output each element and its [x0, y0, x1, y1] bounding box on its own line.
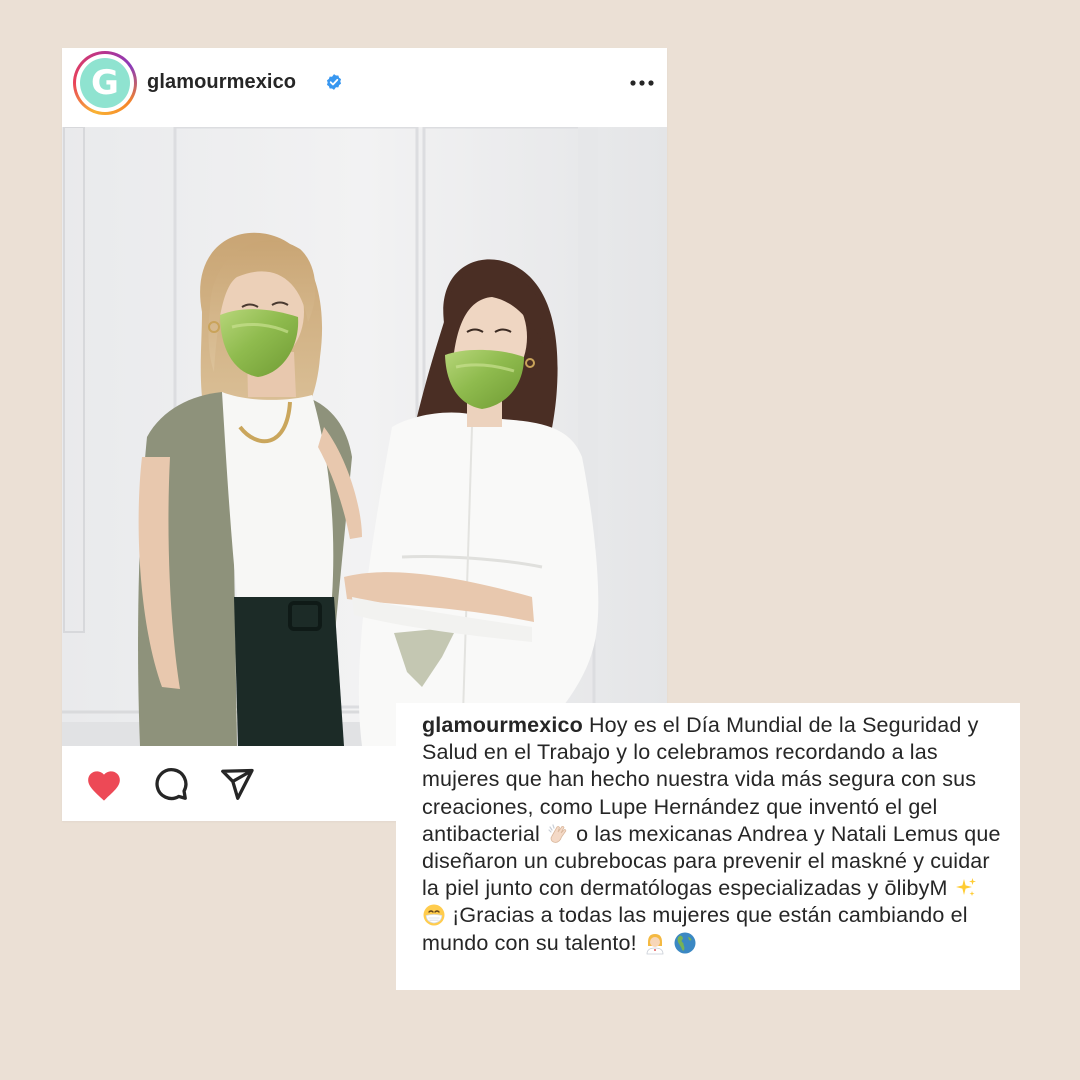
photo-illustration [62, 127, 667, 746]
face-with-medical-mask-emoji [423, 904, 445, 926]
comment-bubble-icon[interactable] [153, 766, 189, 802]
woman-health-worker-emoji [646, 933, 664, 955]
more-options-icon[interactable] [629, 79, 655, 87]
avatar[interactable]: G [80, 58, 130, 108]
story-ring[interactable]: G [73, 51, 137, 115]
globe-americas-emoji [674, 932, 696, 954]
post-photo[interactable] [62, 127, 667, 746]
caption-text: glamourmexico Hoy es el Día Mundial de l… [422, 712, 1002, 957]
post-username[interactable]: glamourmexico [147, 71, 296, 94]
heart-icon[interactable] [85, 766, 123, 802]
caption-username[interactable]: glamourmexico [422, 713, 583, 737]
sparkles-emoji [955, 878, 976, 897]
clapping-hands-emoji [548, 824, 567, 843]
post-header: G glamourmexico [62, 48, 667, 126]
paper-plane-icon[interactable] [219, 766, 255, 802]
caption-card: glamourmexico Hoy es el Día Mundial de l… [396, 703, 1020, 990]
verified-badge-icon [326, 74, 342, 90]
